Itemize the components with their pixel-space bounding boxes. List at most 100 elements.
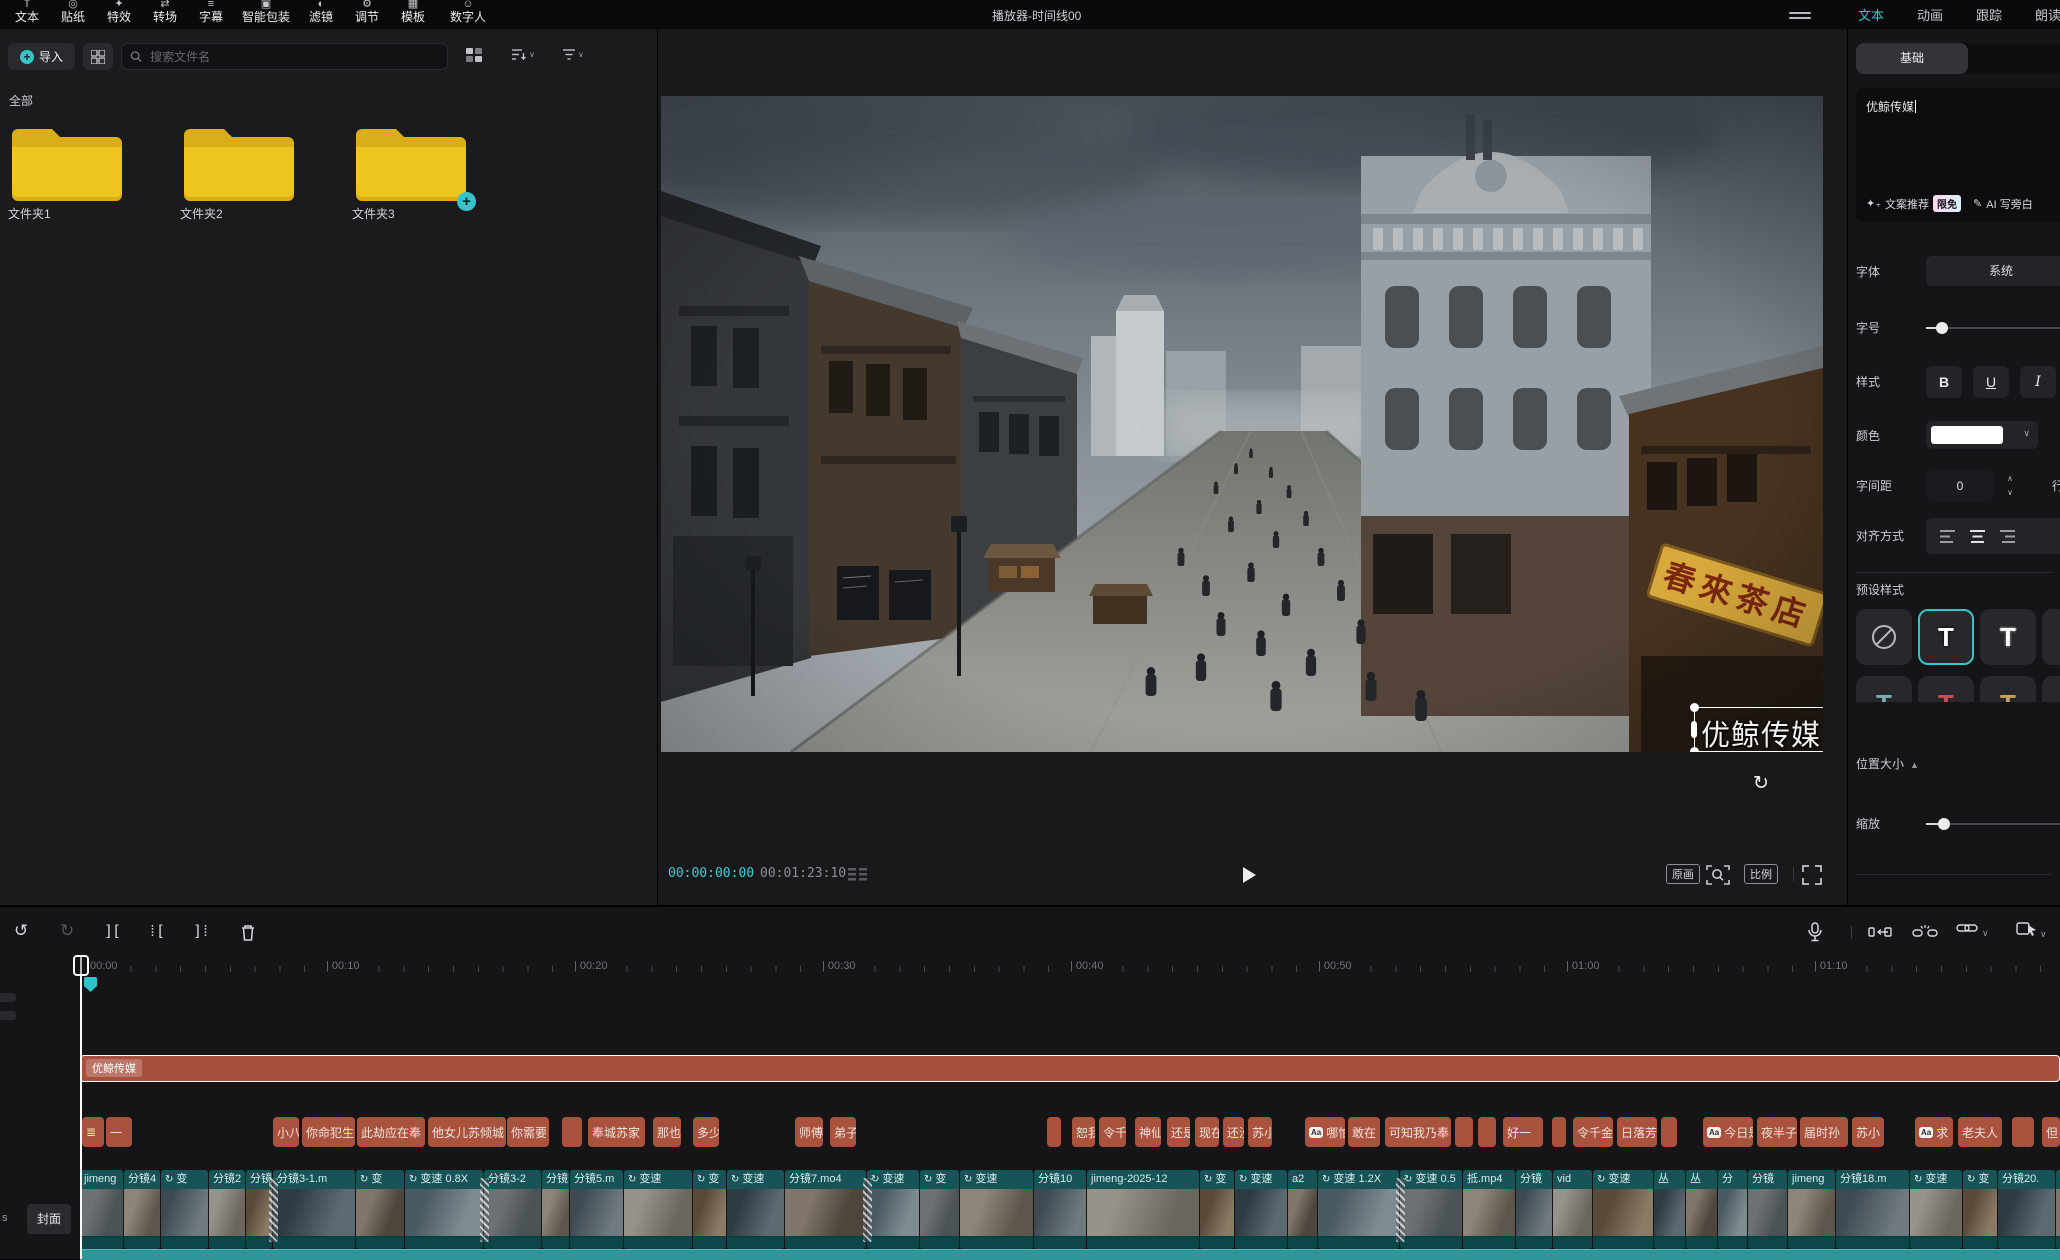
video-clip[interactable]: ↻变: [920, 1170, 959, 1249]
video-clip[interactable]: 分镜3-2: [484, 1170, 541, 1249]
preset-none[interactable]: [1856, 609, 1912, 665]
subtitle-clip[interactable]: 师傅: [795, 1117, 823, 1147]
menu-tab-3[interactable]: ✦特效: [96, 0, 142, 27]
video-clip[interactable]: ↻变速: [727, 1170, 784, 1249]
menu-tab-9[interactable]: ▦模板: [390, 0, 436, 27]
link-icon[interactable]: ∨: [1956, 920, 1989, 941]
subtitle-clip[interactable]: 好一: [1503, 1117, 1543, 1147]
video-clip[interactable]: 分镜4: [124, 1170, 160, 1249]
letter-spacing-input[interactable]: 0: [1926, 471, 1994, 501]
menu-tab-8[interactable]: ⚙调节: [344, 0, 390, 27]
video-clip[interactable]: 分镜: [1516, 1170, 1552, 1249]
menu-tab-6[interactable]: ▣智能包装: [234, 0, 298, 27]
spacing-stepper[interactable]: ∧∨: [2002, 472, 2018, 500]
folder-2[interactable]: 文件夹2: [180, 115, 298, 235]
video-clip[interactable]: vid: [1553, 1170, 1592, 1249]
align-left-icon[interactable]: [1940, 530, 1956, 543]
subtitle-clip[interactable]: [2012, 1117, 2034, 1147]
align-right-icon[interactable]: [2000, 530, 2016, 543]
video-clip[interactable]: 丛: [1686, 1170, 1717, 1249]
overlay-text[interactable]: 优鲸传媒: [1701, 712, 1821, 752]
timeline-marker-flag[interactable]: [84, 977, 97, 992]
player-menu-icon[interactable]: [1789, 9, 1811, 22]
subtitle-clip[interactable]: 还是: [1167, 1117, 1190, 1147]
cover-button[interactable]: 封面: [27, 1204, 71, 1234]
video-clip[interactable]: 分镜10: [1034, 1170, 1086, 1249]
italic-button[interactable]: I: [2020, 366, 2056, 398]
video-clip[interactable]: ↻变: [1200, 1170, 1234, 1249]
timeline-ruler[interactable]: 00:00| 00:10| 00:20| 00:30| 00:40| 00:50…: [0, 957, 2060, 985]
subtitle-clip[interactable]: [1455, 1117, 1473, 1147]
playhead[interactable]: [80, 957, 82, 1259]
video-clip[interactable]: ↻变速 1.2X: [1318, 1170, 1399, 1249]
subtitle-clip[interactable]: 此劫应在奉: [357, 1117, 425, 1147]
preset-style-5[interactable]: T: [1918, 676, 1974, 702]
timecode-list-icon[interactable]: [848, 868, 868, 882]
preset-style-2[interactable]: T: [1980, 609, 2036, 665]
inspector-tab-3[interactable]: 跟踪: [1976, 5, 2002, 24]
video-clip[interactable]: ↻变: [1963, 1170, 1997, 1249]
subtitle-clip[interactable]: [1552, 1117, 1566, 1147]
video-clip[interactable]: 分镜3-1.m: [273, 1170, 355, 1249]
handle-left[interactable]: [1691, 721, 1697, 738]
copy-suggest-label[interactable]: 文案推荐: [1885, 196, 1929, 212]
subtitle-clip[interactable]: 你需要: [507, 1117, 549, 1147]
subtitle-clip[interactable]: 但: [2042, 1117, 2060, 1147]
undo-icon[interactable]: ↺: [14, 920, 28, 942]
subtitle-clip[interactable]: 敢在: [1348, 1117, 1380, 1147]
video-clip[interactable]: ↻变速: [960, 1170, 1033, 1249]
subtitle-clip[interactable]: 神仙: [1135, 1117, 1161, 1147]
transition-marker[interactable]: [1396, 1178, 1405, 1242]
subtitle-clip[interactable]: 那也: [653, 1117, 681, 1147]
play-button[interactable]: [1236, 863, 1260, 887]
video-clip[interactable]: jimeng-2025-12: [1087, 1170, 1199, 1249]
import-button[interactable]: + 导入: [8, 43, 75, 70]
subtitle-clip[interactable]: 多少: [693, 1117, 719, 1147]
subtitle-clip[interactable]: 还没: [1223, 1117, 1244, 1147]
transition-marker[interactable]: [269, 1178, 278, 1242]
preset-style-6[interactable]: T: [1980, 676, 2036, 702]
subtitle-clip[interactable]: 苏小: [1852, 1117, 1884, 1147]
video-clip[interactable]: 分镜7.mo4: [785, 1170, 866, 1249]
subtitle-clip[interactable]: [1661, 1117, 1677, 1147]
subtitle-clip[interactable]: 奉城苏家: [588, 1117, 645, 1147]
inspector-tab-2[interactable]: 动画: [1917, 5, 1943, 24]
text-track-selected[interactable]: 优鲸传媒: [80, 1055, 2060, 1082]
video-clip[interactable]: 抵.mp4: [1463, 1170, 1515, 1249]
ratio-button[interactable]: 比例: [1744, 864, 1778, 884]
subtitle-clip[interactable]: Aa哪怕: [1305, 1117, 1345, 1147]
video-clip[interactable]: 丛: [1654, 1170, 1685, 1249]
scale-slider[interactable]: [1926, 823, 2060, 825]
auto-ripple-icon[interactable]: [1868, 926, 1892, 938]
preset-style-1[interactable]: T: [1918, 609, 1974, 665]
subtitle-clip[interactable]: ≣: [82, 1117, 104, 1147]
position-size-label[interactable]: 位置大小▲: [1856, 755, 1919, 772]
bold-button[interactable]: B: [1926, 366, 1962, 398]
video-clip[interactable]: 分镜5.m: [570, 1170, 623, 1249]
video-clip[interactable]: ↻变速 0.5: [1400, 1170, 1462, 1249]
video-clip[interactable]: 分镜2: [209, 1170, 245, 1249]
video-clip[interactable]: ↻变: [161, 1170, 208, 1249]
split-right-icon[interactable]: ]⁞: [193, 920, 209, 942]
video-clip[interactable]: ↻变速: [1593, 1170, 1653, 1249]
preset-style-7[interactable]: T: [2042, 676, 2060, 702]
split-icon[interactable]: ][: [104, 920, 120, 942]
select-tool-icon[interactable]: ∨: [2016, 920, 2047, 942]
transition-marker[interactable]: [480, 1178, 489, 1242]
subtitle-clip[interactable]: [1047, 1117, 1061, 1147]
video-clip[interactable]: 分镜: [542, 1170, 569, 1249]
folder-1[interactable]: 文件夹1: [8, 115, 126, 235]
rotate-handle-icon[interactable]: ↻: [1750, 773, 1772, 795]
video-clip[interactable]: 分镜20.: [1998, 1170, 2055, 1249]
subtitle-clip[interactable]: 弟子: [830, 1117, 856, 1147]
video-clip[interactable]: ↻变速 0.8X: [405, 1170, 483, 1249]
subtitle-clip[interactable]: 老夫人: [1958, 1117, 2002, 1147]
search-input[interactable]: [148, 49, 439, 65]
subtitle-clip[interactable]: Aa求: [1915, 1117, 1953, 1147]
ai-voiceover-label[interactable]: AI 写旁白: [1986, 196, 2032, 212]
menu-tab-1[interactable]: T文本: [4, 0, 50, 27]
align-center-icon[interactable]: [1970, 530, 1986, 543]
menu-tab-5[interactable]: ≡字幕: [188, 0, 234, 27]
redo-icon[interactable]: ↻: [60, 920, 74, 942]
preview-zoom-icon[interactable]: [1706, 864, 1730, 886]
